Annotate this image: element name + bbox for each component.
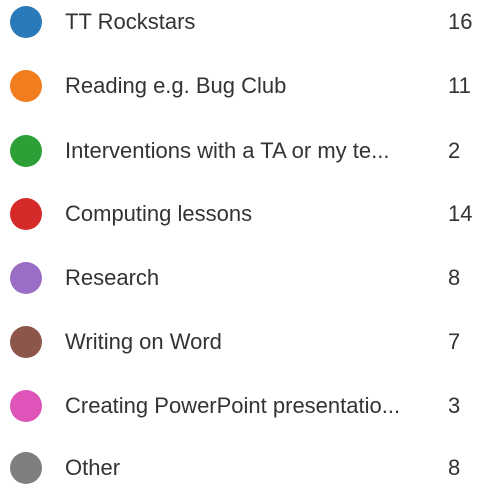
- legend-item-writing-on-word[interactable]: Writing on Word 7: [0, 322, 477, 362]
- chart-legend: TT Rockstars 16 Reading e.g. Bug Club 11…: [0, 0, 477, 484]
- legend-item-label: Creating PowerPoint presentatio...: [65, 393, 401, 418]
- legend-item-count: 16: [448, 9, 473, 34]
- legend-item-other[interactable]: Other 8: [0, 448, 477, 488]
- legend-item-count: 11: [448, 73, 471, 98]
- legend-item-label: Research: [65, 265, 160, 290]
- legend-item-count: 8: [448, 265, 461, 290]
- series-color-dot: [10, 326, 42, 358]
- legend-item-interventions[interactable]: Interventions with a TA or my te... 2: [0, 131, 477, 171]
- legend-item-count: 2: [448, 138, 461, 163]
- legend-item-reading[interactable]: Reading e.g. Bug Club 11: [0, 66, 477, 106]
- legend-item-computing-lessons[interactable]: Computing lessons 14: [0, 194, 477, 234]
- legend-item-label: Other: [65, 455, 121, 480]
- legend-item-count: 14: [448, 201, 473, 226]
- series-color-dot: [10, 262, 42, 294]
- legend-item-label: TT Rockstars: [65, 9, 196, 34]
- legend-item-label: Writing on Word: [65, 329, 222, 354]
- series-color-dot: [10, 70, 42, 102]
- legend-item-label: Computing lessons: [65, 201, 253, 226]
- legend-item-count: 7: [448, 329, 461, 354]
- legend-item-count: 3: [448, 393, 461, 418]
- legend-item-powerpoint[interactable]: Creating PowerPoint presentatio... 3: [0, 386, 477, 426]
- series-color-dot: [10, 6, 42, 38]
- legend-item-count: 8: [448, 455, 461, 480]
- legend-item-label: Reading e.g. Bug Club: [65, 73, 287, 98]
- series-color-dot: [10, 135, 42, 167]
- series-color-dot: [10, 198, 42, 230]
- legend-item-label: Interventions with a TA or my te...: [65, 138, 390, 163]
- legend-item-research[interactable]: Research 8: [0, 258, 477, 298]
- legend-item-tt-rockstars[interactable]: TT Rockstars 16: [0, 2, 477, 42]
- series-color-dot: [10, 452, 42, 484]
- series-color-dot: [10, 390, 42, 422]
